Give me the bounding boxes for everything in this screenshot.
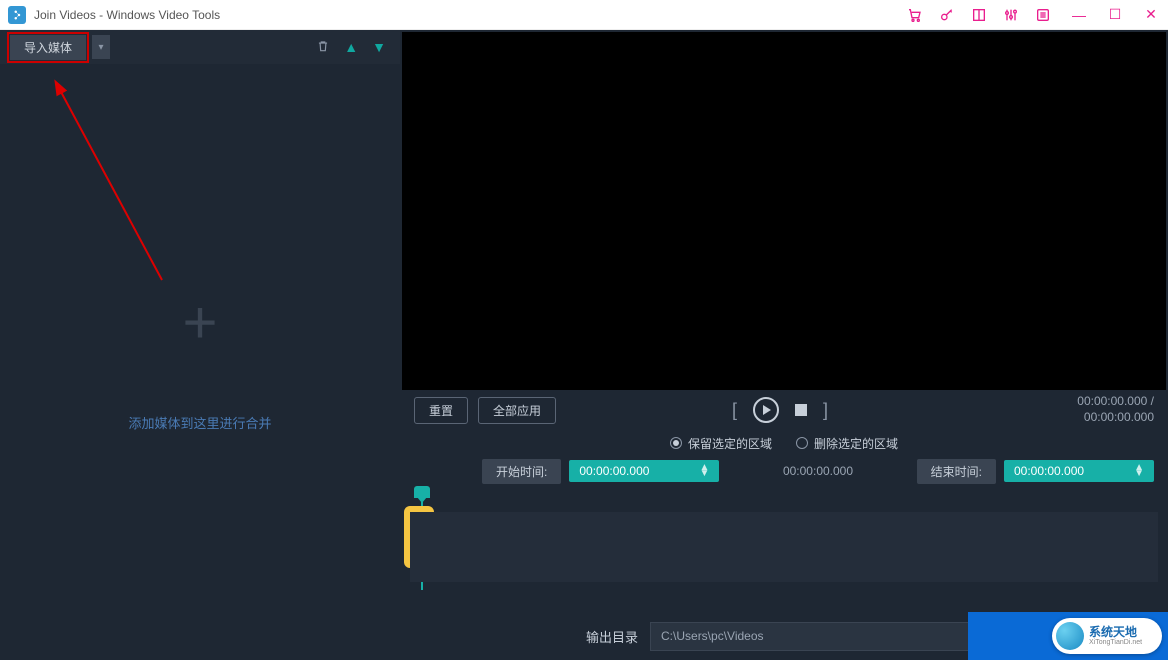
- timeline[interactable]: [400, 486, 1168, 612]
- mark-out-icon[interactable]: ]: [817, 400, 834, 421]
- remove-region-label: 删除选定的区域: [814, 435, 898, 452]
- stop-button[interactable]: [795, 404, 807, 416]
- end-time-label: 结束时间:: [917, 459, 996, 484]
- spinner-icon[interactable]: ▲▼: [1134, 465, 1144, 477]
- move-down-icon[interactable]: ▼: [368, 39, 390, 55]
- time-row: 开始时间: 00:00:00.000 ▲▼ 00:00:00.000 结束时间:…: [400, 456, 1168, 486]
- start-time-value: 00:00:00.000: [579, 464, 649, 478]
- end-time-input[interactable]: 00:00:00.000 ▲▼: [1004, 460, 1154, 482]
- output-dir-label: 输出目录: [586, 627, 638, 646]
- app-icon: [8, 6, 26, 24]
- watermark-badge: 系统天地 XiTongTianDi.net: [1052, 618, 1162, 654]
- preview-controls: 重置 全部应用 [ ] 00:00:00.000 / 00:00:00.000: [400, 390, 1168, 430]
- cart-icon[interactable]: [906, 6, 924, 24]
- maximize-button[interactable]: ☐: [1106, 6, 1124, 24]
- play-button[interactable]: [753, 397, 779, 423]
- move-up-icon[interactable]: ▲: [340, 39, 362, 55]
- window-controls: — ☐ ✕: [1070, 6, 1160, 24]
- media-drop-zone[interactable]: + 添加媒体到这里进行合并: [0, 64, 400, 660]
- current-time: 00:00:00.000 /: [1077, 394, 1154, 410]
- region-mode-row: 保留选定的区域 删除选定的区域: [400, 430, 1168, 456]
- reset-button[interactable]: 重置: [414, 397, 468, 424]
- video-preview[interactable]: [402, 32, 1166, 390]
- radio-unchecked-icon: [796, 437, 808, 449]
- radio-checked-icon: [670, 437, 682, 449]
- titlebar: Join Videos - Windows Video Tools — ☐ ✕: [0, 0, 1168, 30]
- delete-icon[interactable]: [312, 39, 334, 56]
- settings-icon[interactable]: [1002, 6, 1020, 24]
- total-time: 00:00:00.000: [1077, 410, 1154, 426]
- timeline-track[interactable]: [410, 512, 1158, 582]
- close-button[interactable]: ✕: [1142, 6, 1160, 24]
- key-icon[interactable]: [938, 6, 956, 24]
- keep-region-label: 保留选定的区域: [688, 435, 772, 452]
- keep-region-radio[interactable]: 保留选定的区域: [670, 435, 772, 452]
- watermark-en: XiTongTianDi.net: [1089, 639, 1142, 647]
- start-time-input[interactable]: 00:00:00.000 ▲▼: [569, 460, 719, 482]
- layout-icon[interactable]: [970, 6, 988, 24]
- globe-icon: [1056, 622, 1084, 650]
- watermark-cn: 系统天地: [1089, 626, 1142, 639]
- drop-hint-text: 添加媒体到这里进行合并: [128, 413, 271, 432]
- titlebar-toolbar: [906, 6, 1052, 24]
- media-panel: 导入媒体 ▾ ▲ ▼ + 添加媒体到这里进行合并: [0, 30, 400, 660]
- editor-panel: 重置 全部应用 [ ] 00:00:00.000 / 00:00:00.000 …: [400, 30, 1168, 660]
- window-title: Join Videos - Windows Video Tools: [34, 8, 220, 22]
- duration-display: 00:00:00.000: [727, 464, 908, 478]
- mark-in-icon[interactable]: [: [726, 400, 743, 421]
- import-media-button[interactable]: 导入媒体: [10, 35, 86, 60]
- apply-all-button[interactable]: 全部应用: [478, 397, 556, 424]
- media-toolbar: 导入媒体 ▾ ▲ ▼: [0, 30, 400, 64]
- start-time-label: 开始时间:: [482, 459, 561, 484]
- time-display: 00:00:00.000 / 00:00:00.000: [1077, 394, 1154, 425]
- end-time-value: 00:00:00.000: [1014, 464, 1084, 478]
- plus-icon: +: [182, 293, 217, 353]
- import-dropdown-icon[interactable]: ▾: [92, 35, 110, 59]
- remove-region-radio[interactable]: 删除选定的区域: [796, 435, 898, 452]
- minimize-button[interactable]: —: [1070, 6, 1088, 24]
- menu-icon[interactable]: [1034, 6, 1052, 24]
- spinner-icon[interactable]: ▲▼: [699, 465, 709, 477]
- workspace: 导入媒体 ▾ ▲ ▼ + 添加媒体到这里进行合并 重置 全部应用 [ ]: [0, 30, 1168, 660]
- output-path-value: C:\Users\pc\Videos: [661, 629, 764, 643]
